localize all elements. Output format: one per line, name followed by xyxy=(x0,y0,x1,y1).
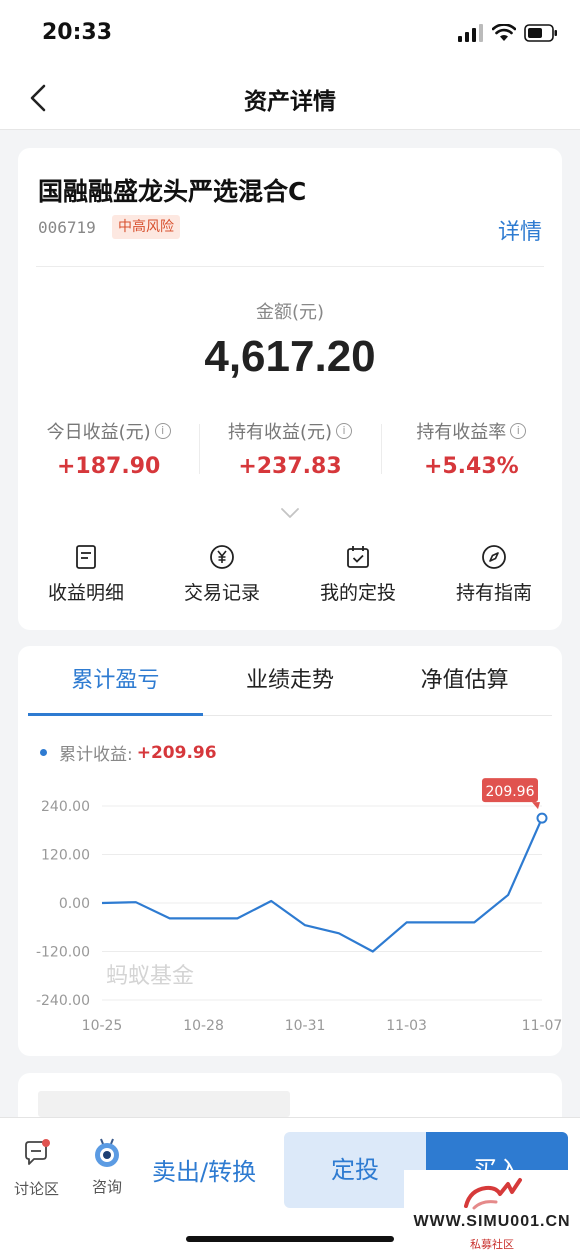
discuss-button[interactable]: 讨论区 xyxy=(14,1138,59,1199)
metric-today-profit: 今日收益(元) i +187.90 xyxy=(18,418,199,484)
document-icon xyxy=(76,545,96,569)
risk-badge: 中高风险 xyxy=(112,215,180,239)
metric-label: 持有收益率 xyxy=(416,422,507,443)
profit-chart-card: 累计盈亏 业绩走势 净值估算 累计收益: +209.96 240.00 120.0… xyxy=(18,646,562,1056)
metric-value: +187.90 xyxy=(56,454,161,479)
page-title: 资产详情 xyxy=(244,89,336,115)
series-end-point xyxy=(536,812,548,824)
metric-label: 今日收益(元) xyxy=(46,422,151,443)
sell-switch-button[interactable]: 卖出/转换 xyxy=(152,1152,256,1187)
watermark-site: WWW.SIMU001.CN xyxy=(413,1213,571,1230)
nav-bar: 资产详情 xyxy=(0,66,580,130)
consult-button[interactable]: 咨询 xyxy=(90,1136,124,1197)
chat-bubble-icon xyxy=(24,1139,50,1165)
y-tick-label: -120.00 xyxy=(36,945,90,961)
consult-label: 咨询 xyxy=(91,1178,122,1196)
y-tick-label: -240.00 xyxy=(36,993,90,1009)
x-tick-label: 10-28 xyxy=(183,1018,224,1034)
info-icon[interactable]: i xyxy=(336,423,353,439)
action-my-dingtou[interactable]: 我的定投 xyxy=(290,544,426,614)
end-label-text: 209.96 xyxy=(486,784,535,800)
x-tick-label: 11-03 xyxy=(386,1018,427,1034)
wifi-icon xyxy=(492,24,516,41)
metric-holding-rate: 持有收益率 i +5.43% xyxy=(380,418,562,484)
status-time: 20:33 xyxy=(42,20,113,45)
series-line xyxy=(101,817,544,953)
action-profit-detail[interactable]: 收益明细 xyxy=(18,544,154,614)
action-holding-guide[interactable]: 持有指南 xyxy=(426,544,562,614)
home-indicator xyxy=(186,1236,394,1242)
action-trade-records[interactable]: 交易记录 xyxy=(154,544,290,614)
compass-icon xyxy=(482,545,506,569)
action-label: 交易记录 xyxy=(183,582,260,604)
y-tick-label: 0.00 xyxy=(59,896,90,912)
chevron-down-icon[interactable] xyxy=(280,506,300,520)
watermark-logo-icon xyxy=(464,1178,522,1210)
profit-metrics: 今日收益(元) i +187.90 持有收益(元) i +237.83 持有收益… xyxy=(18,418,562,484)
action-label: 持有指南 xyxy=(455,582,532,604)
watermark-sub: 私募社区 xyxy=(470,1238,514,1251)
cumulative-profit-chart[interactable]: 240.00 120.00 0.00 -120.00 -240.00 10-25 10-28… xyxy=(18,646,562,1056)
action-row: 收益明细 交易记录 我的定投 持有指南 xyxy=(18,544,562,614)
metric-value: +5.43% xyxy=(423,454,519,479)
info-icon[interactable]: i xyxy=(510,423,527,439)
yen-circle-icon xyxy=(210,545,234,569)
info-icon[interactable]: i xyxy=(154,423,171,439)
fund-code: 006719 xyxy=(38,218,96,237)
calendar-check-icon xyxy=(347,546,369,568)
metric-value: +237.83 xyxy=(238,454,342,479)
status-icons xyxy=(458,24,558,42)
fund-name: 国融融盛龙头严选混合C xyxy=(38,177,307,206)
x-tick-label: 10-25 xyxy=(82,1018,123,1034)
amount-value: 4,617.20 xyxy=(204,332,376,381)
metric-holding-profit: 持有收益(元) i +237.83 xyxy=(199,418,380,484)
chart-watermark: 蚂蚁基金 xyxy=(106,964,194,989)
x-tick-label: 10-31 xyxy=(285,1018,326,1034)
action-label: 收益明细 xyxy=(47,582,124,604)
divider xyxy=(36,266,544,267)
loading-placeholder xyxy=(38,1091,290,1117)
metric-label: 持有收益(元) xyxy=(227,422,333,443)
y-tick-label: 240.00 xyxy=(41,799,90,815)
signal-icon xyxy=(458,24,483,42)
amount-label: 金额(元) xyxy=(255,302,325,323)
robot-assistant-icon xyxy=(95,1138,119,1167)
y-tick-label: 120.00 xyxy=(41,848,90,864)
discuss-label: 讨论区 xyxy=(14,1180,60,1198)
action-label: 我的定投 xyxy=(319,582,396,604)
battery-icon xyxy=(524,24,557,42)
x-tick-label: 11-07 xyxy=(522,1018,562,1034)
fund-summary-card: 国融融盛龙头严选混合C 006719 中高风险 详情 金额(元) 4,617.2… xyxy=(18,148,562,630)
status-bar: 20:33 xyxy=(0,0,580,66)
fund-detail-link[interactable]: 详情 xyxy=(498,214,542,246)
